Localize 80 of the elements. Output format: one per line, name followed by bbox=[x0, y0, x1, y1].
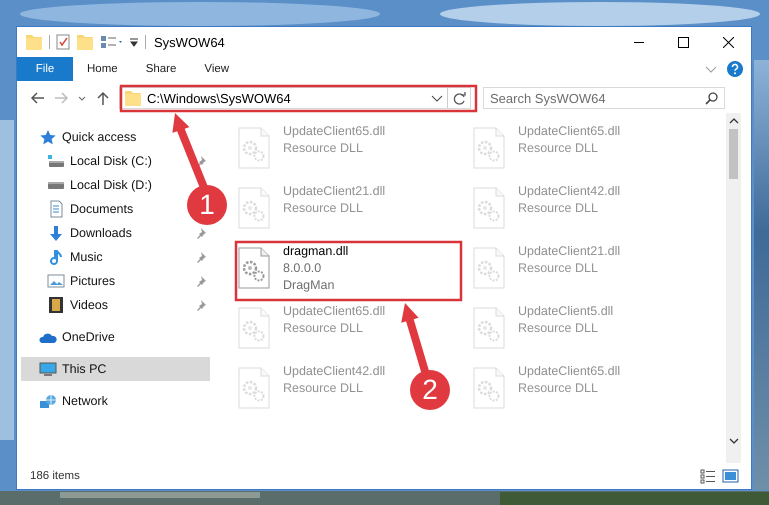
nav-item[interactable]: Network bbox=[21, 389, 112, 413]
scroll-up-icon bbox=[728, 117, 738, 125]
file-detail: Resource DLL bbox=[283, 200, 364, 217]
dropdown-icon[interactable] bbox=[129, 37, 139, 47]
search-field[interactable]: Search SysWOW64 bbox=[483, 87, 725, 109]
nav-item[interactable]: OneDrive bbox=[21, 325, 119, 349]
item-count: 186 items bbox=[30, 470, 80, 482]
back-arrow-icon bbox=[30, 91, 44, 105]
refresh-icon bbox=[452, 92, 466, 104]
dll-file-icon bbox=[472, 367, 506, 409]
large-icons-view-icon[interactable] bbox=[722, 469, 739, 483]
pin-icon bbox=[196, 227, 207, 240]
address-path: C:\Windows\SysWOW64 bbox=[147, 90, 292, 106]
folder-icon bbox=[25, 34, 43, 50]
file-detail: Resource DLL bbox=[283, 320, 364, 337]
dll-file-icon bbox=[472, 307, 506, 349]
ribbon-tab[interactable]: Share bbox=[132, 57, 190, 81]
dll-file-icon bbox=[472, 247, 506, 289]
pin-icon bbox=[196, 275, 207, 288]
address-bar[interactable]: C:\Windows\SysWOW64 bbox=[119, 87, 471, 109]
nav-item[interactable]: Local Disk (D:) bbox=[21, 173, 156, 197]
file-detail: Resource DLL bbox=[283, 380, 364, 397]
nav-cloud-icon bbox=[39, 330, 57, 344]
file-menu-tab[interactable]: File bbox=[17, 57, 73, 81]
nav-network-icon bbox=[39, 393, 57, 409]
nav-item[interactable]: This PC bbox=[21, 357, 210, 381]
dll-file-icon bbox=[472, 127, 506, 169]
expand-ribbon-icon[interactable] bbox=[705, 66, 717, 72]
ribbon-tab[interactable]: View bbox=[190, 57, 244, 81]
address-dropdown-icon bbox=[431, 94, 443, 102]
nav-item[interactable]: Documents bbox=[21, 197, 138, 221]
nav-videos-icon bbox=[47, 296, 65, 314]
file-detail: Resource DLL bbox=[518, 140, 599, 157]
file-detail: Resource DLL bbox=[518, 380, 599, 397]
file-detail: Resource DLL bbox=[518, 200, 599, 217]
nav-item[interactable]: Music bbox=[21, 245, 107, 269]
window-title: SysWOW64 bbox=[154, 34, 226, 50]
nav-item[interactable]: Local Disk (C:) bbox=[21, 149, 156, 173]
close-icon bbox=[723, 36, 734, 48]
pin-icon bbox=[196, 251, 207, 264]
file-detail: 8.0.0.0 bbox=[283, 260, 322, 277]
folder-icon bbox=[124, 90, 142, 106]
help-icon[interactable] bbox=[727, 61, 743, 77]
chevron-down-icon bbox=[78, 96, 86, 100]
dll-file-icon bbox=[237, 307, 271, 349]
details-view-icon[interactable] bbox=[700, 468, 716, 484]
scrollbar[interactable] bbox=[726, 113, 741, 463]
new-folder-icon bbox=[76, 34, 94, 50]
dll-file-icon bbox=[237, 187, 271, 229]
forward-arrow-icon bbox=[54, 91, 68, 105]
nav-star-icon bbox=[39, 129, 57, 145]
nav-drive-icon bbox=[47, 180, 65, 190]
nav-downloads-icon bbox=[47, 224, 65, 242]
file-detail: Resource DLL bbox=[283, 140, 364, 157]
nav-drive-c-icon bbox=[47, 154, 65, 168]
pin-icon bbox=[196, 155, 207, 168]
nav-pictures-icon bbox=[47, 274, 65, 288]
search-icon bbox=[705, 92, 718, 105]
file-name[interactable]: dragman.dll bbox=[283, 243, 348, 260]
pin-icon bbox=[196, 299, 207, 312]
scroll-down-icon bbox=[728, 437, 738, 445]
file-detail: DragMan bbox=[283, 277, 336, 294]
customize-icon[interactable] bbox=[100, 34, 123, 50]
nav-computer-icon bbox=[39, 362, 57, 376]
nav-item[interactable]: Pictures bbox=[21, 269, 120, 293]
ribbon-tab[interactable]: Home bbox=[73, 57, 132, 81]
dll-file-icon bbox=[237, 247, 271, 289]
file-detail: Resource DLL bbox=[518, 260, 599, 277]
nav-item[interactable]: Downloads bbox=[21, 221, 136, 245]
nav-item[interactable]: Videos bbox=[21, 293, 112, 317]
dll-file-icon bbox=[237, 127, 271, 169]
scroll-thumb[interactable] bbox=[729, 129, 738, 179]
up-arrow-icon bbox=[96, 90, 110, 106]
nav-item[interactable]: Quick access bbox=[21, 125, 140, 149]
nav-music-icon bbox=[49, 248, 63, 266]
file-detail: Resource DLL bbox=[518, 320, 599, 337]
maximize-icon bbox=[678, 36, 689, 48]
dll-file-icon bbox=[237, 367, 271, 409]
properties-icon[interactable] bbox=[56, 34, 70, 50]
dll-file-icon bbox=[472, 187, 506, 229]
